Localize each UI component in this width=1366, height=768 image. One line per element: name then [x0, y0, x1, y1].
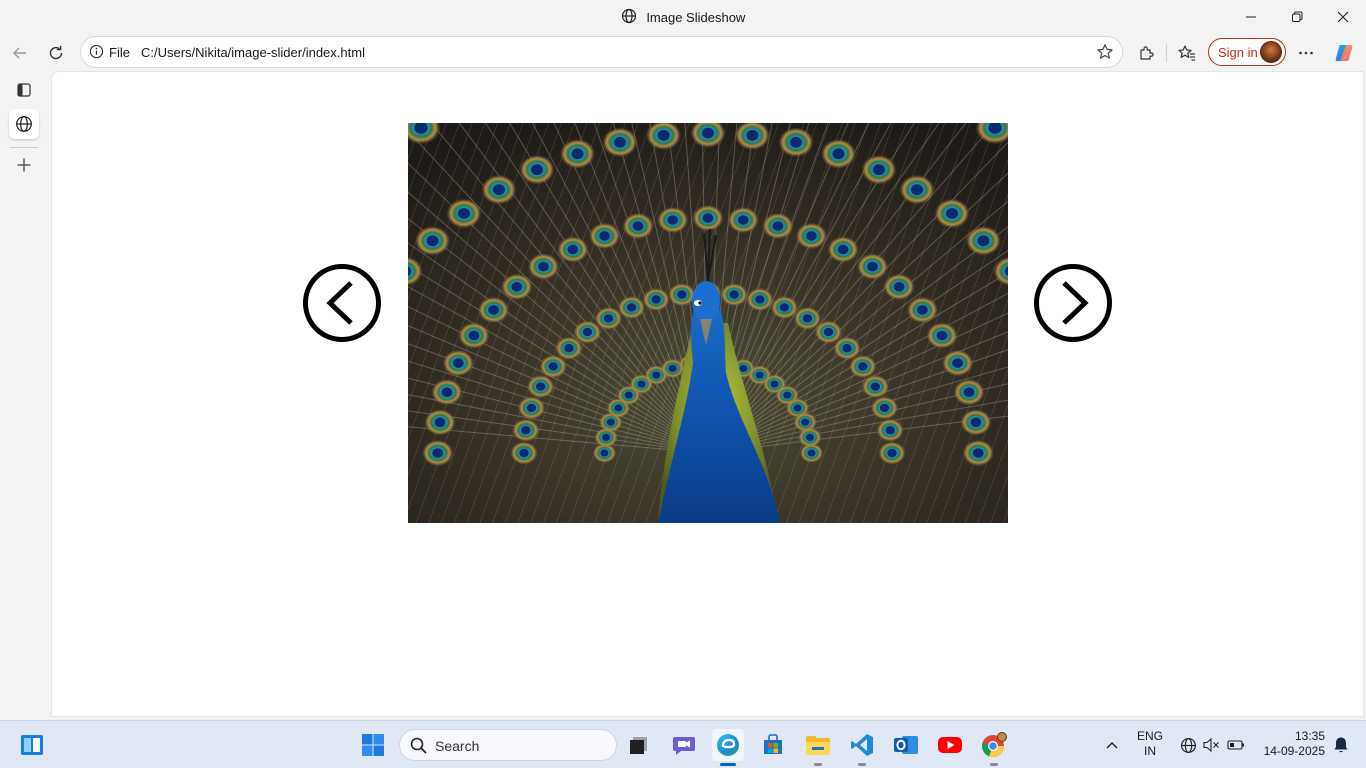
- tab-image-slideshow[interactable]: [9, 109, 39, 139]
- toolbar-divider: [1166, 44, 1167, 62]
- copilot-icon[interactable]: [1330, 39, 1358, 67]
- prev-slide-button[interactable]: [302, 263, 382, 343]
- active-indicator: [720, 763, 736, 766]
- battery-icon[interactable]: [1220, 729, 1252, 761]
- system-clock[interactable]: 13:35 14-09-2025: [1255, 729, 1325, 759]
- extensions-button[interactable]: [1133, 39, 1161, 67]
- youtube-icon[interactable]: [934, 729, 966, 761]
- peacock-image: [408, 123, 1008, 523]
- running-indicator: [814, 763, 822, 766]
- edge-taskbar-icon[interactable]: [712, 729, 744, 766]
- sidebar-divider: [10, 147, 38, 148]
- restore-button[interactable]: [1274, 0, 1320, 33]
- running-indicator: [990, 763, 998, 766]
- chrome-icon[interactable]: [978, 729, 1010, 766]
- region-code: IN: [1144, 744, 1156, 758]
- file-explorer-icon[interactable]: [802, 729, 834, 766]
- clock-date: 14-09-2025: [1263, 744, 1325, 758]
- title-bar: Image Slideshow: [0, 0, 1366, 33]
- next-slide-button[interactable]: [1033, 263, 1113, 343]
- globe-icon: [621, 8, 637, 27]
- windows-taskbar: Search ENG IN 13:35 14-09-2025: [0, 720, 1366, 768]
- chevron-left-circle-icon: [303, 264, 381, 342]
- vertical-tabs-sidebar: [0, 71, 50, 720]
- tab-actions-icon[interactable]: [9, 75, 39, 105]
- language-code: ENG: [1137, 729, 1164, 743]
- clock-time: 13:35: [1294, 729, 1325, 743]
- teams-chat-icon[interactable]: [668, 729, 700, 761]
- sign-in-label: Sign in: [1218, 45, 1258, 60]
- running-indicator: [858, 763, 866, 766]
- page-content: [51, 71, 1364, 717]
- start-button[interactable]: [357, 729, 389, 761]
- slide-image: [408, 123, 1008, 523]
- widgets-icon[interactable]: [16, 729, 48, 761]
- address-bar[interactable]: File C:/Users/Nikita/image-slider/index.…: [80, 36, 1123, 68]
- new-tab-button[interactable]: [9, 150, 39, 180]
- url-text[interactable]: C:/Users/Nikita/image-slider/index.html: [141, 45, 365, 60]
- store-icon[interactable]: [757, 729, 789, 761]
- scheme-label: File: [109, 45, 130, 60]
- chevron-right-circle-icon: [1034, 264, 1112, 342]
- favorites-button[interactable]: [1173, 39, 1201, 67]
- avatar: [1260, 41, 1282, 63]
- close-button[interactable]: [1320, 0, 1366, 33]
- window-title-wrap: Image Slideshow: [0, 8, 1366, 27]
- window-title: Image Slideshow: [646, 10, 746, 25]
- search-placeholder: Search: [435, 738, 480, 754]
- language-indicator[interactable]: ENG IN: [1137, 729, 1163, 759]
- favorite-star-icon[interactable]: [1096, 43, 1114, 66]
- notifications-bell-icon[interactable]: [1325, 729, 1357, 761]
- more-menu-button[interactable]: [1292, 39, 1320, 67]
- chevron-up-icon[interactable]: [1096, 729, 1128, 761]
- sign-in-button[interactable]: Sign in: [1208, 38, 1286, 66]
- task-view-icon[interactable]: [623, 729, 655, 761]
- back-button[interactable]: [6, 39, 34, 67]
- refresh-button[interactable]: [42, 39, 70, 67]
- taskbar-search-box[interactable]: Search: [399, 729, 617, 761]
- outlook-icon[interactable]: [890, 729, 922, 761]
- minimize-button[interactable]: [1228, 0, 1274, 33]
- vscode-icon[interactable]: [846, 729, 878, 766]
- search-icon: [410, 737, 427, 759]
- info-icon[interactable]: [89, 44, 104, 64]
- browser-toolbar: File C:/Users/Nikita/image-slider/index.…: [0, 33, 1366, 71]
